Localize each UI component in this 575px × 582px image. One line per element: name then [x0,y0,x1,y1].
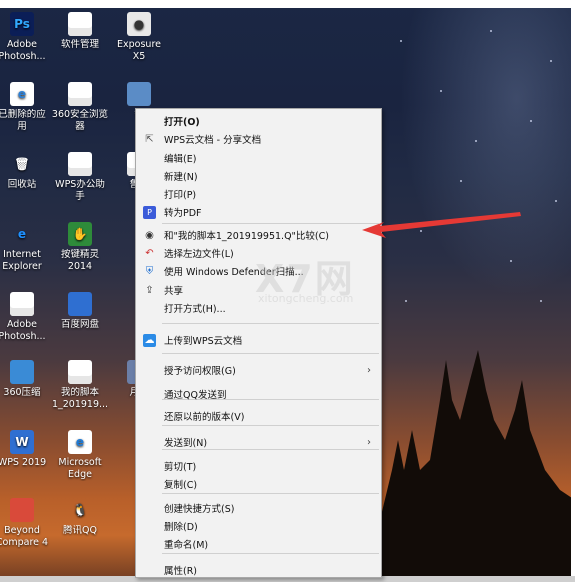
red-pointer-arrow [362,212,521,238]
